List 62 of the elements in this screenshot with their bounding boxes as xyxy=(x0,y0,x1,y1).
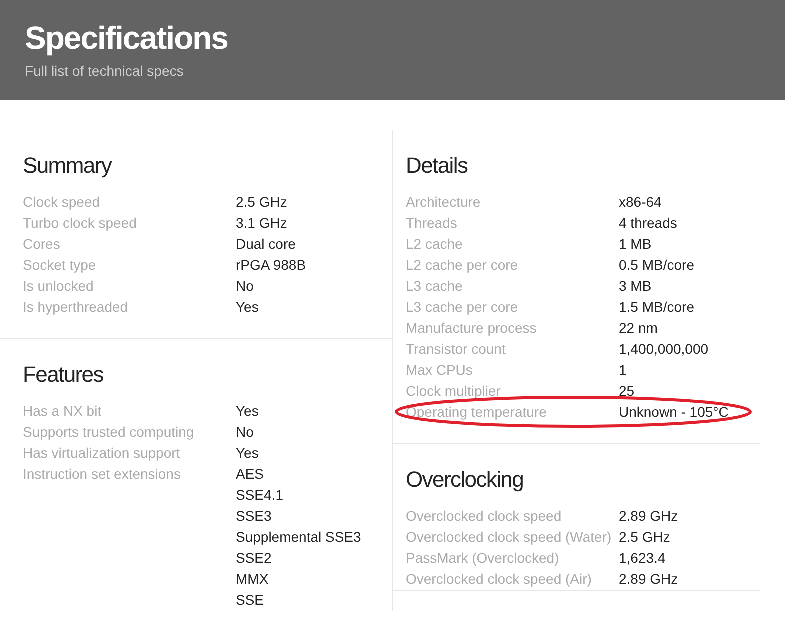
spec-label: Turbo clock speed xyxy=(23,214,138,233)
spec-label: Overclocked clock speed (Air) xyxy=(406,570,593,589)
spec-label: Transistor count xyxy=(406,340,507,359)
spec-value: SSE4.1 xyxy=(236,486,284,505)
section-heading: Overclocking xyxy=(406,466,525,494)
spec-label: L3 cache per core xyxy=(406,298,520,317)
spec-value: 2.5 GHz xyxy=(236,193,288,212)
spec-value: Yes xyxy=(236,402,259,421)
spec-value: SSE xyxy=(236,591,266,610)
spec-label: Has a NX bit xyxy=(23,402,103,421)
spec-label: Max CPUs xyxy=(406,361,474,380)
spec-value: 3 MB xyxy=(619,277,652,296)
spec-value: 2.89 GHz xyxy=(619,570,678,589)
spec-value: No xyxy=(236,277,254,296)
spec-label: Overclocked clock speed (Water) xyxy=(406,528,613,547)
spec-value: 1 MB xyxy=(619,235,652,254)
spec-label: Architecture xyxy=(406,193,482,212)
spec-value: 25 xyxy=(619,382,635,401)
spec-value: Yes xyxy=(236,298,259,317)
spec-value: SSE3 xyxy=(236,507,273,526)
spec-value: SSE2 xyxy=(236,549,273,568)
spec-value: rPGA 988B xyxy=(236,256,306,275)
spec-label: Operating temperature xyxy=(406,403,548,422)
spec-label: Has virtualization support xyxy=(23,444,182,463)
spec-value: 4 threads xyxy=(619,214,678,233)
section-heading: Features xyxy=(23,361,104,389)
spec-value: Unknown - 105°C xyxy=(619,403,729,422)
spec-label: Manufacture process xyxy=(406,319,538,338)
spec-value: 1.5 MB/core xyxy=(619,298,694,317)
spec-label: Socket type xyxy=(23,256,98,275)
page-title: Specifications xyxy=(25,19,229,58)
spec-value: 2.89 GHz xyxy=(619,507,678,526)
spec-label: Overclocked clock speed xyxy=(406,507,563,526)
spec-value: 3.1 GHz xyxy=(236,214,288,233)
spec-value: No xyxy=(236,423,254,442)
spec-value: 1,400,000,000 xyxy=(619,340,709,359)
spec-label: Instruction set extensions xyxy=(23,465,182,484)
spec-label: Threads xyxy=(406,214,458,233)
spec-label: Is hyperthreaded xyxy=(23,298,130,317)
section-heading: Summary xyxy=(23,152,114,180)
spec-value: AES xyxy=(236,465,266,484)
spec-value: Dual core xyxy=(236,235,296,254)
page-subtitle: Full list of technical specs xyxy=(25,63,185,79)
spec-value: 0.5 MB/core xyxy=(619,256,694,275)
spec-label: Clock multiplier xyxy=(406,382,502,401)
spec-label: Is unlocked xyxy=(23,277,95,296)
spec-value: 2.5 GHz xyxy=(619,528,670,547)
section-heading: Details xyxy=(406,152,469,180)
spec-label: L2 cache xyxy=(406,235,464,254)
spec-value: MMX xyxy=(236,570,270,589)
spec-label: Cores xyxy=(23,235,62,254)
spec-value: x86-64 xyxy=(619,193,662,212)
spec-label: Clock speed xyxy=(23,193,102,212)
spec-value: 1 xyxy=(619,361,627,380)
spec-value: 1,623.4 xyxy=(619,549,666,568)
spec-label: L3 cache xyxy=(406,277,464,296)
spec-value: Supplemental SSE3 xyxy=(236,528,362,547)
spec-value: 22 nm xyxy=(619,319,658,338)
spec-value: Yes xyxy=(236,444,259,463)
spec-label: Supports trusted computing xyxy=(23,423,196,442)
spec-label: L2 cache per core xyxy=(406,256,520,275)
spec-label: PassMark (Overclocked) xyxy=(406,549,560,568)
